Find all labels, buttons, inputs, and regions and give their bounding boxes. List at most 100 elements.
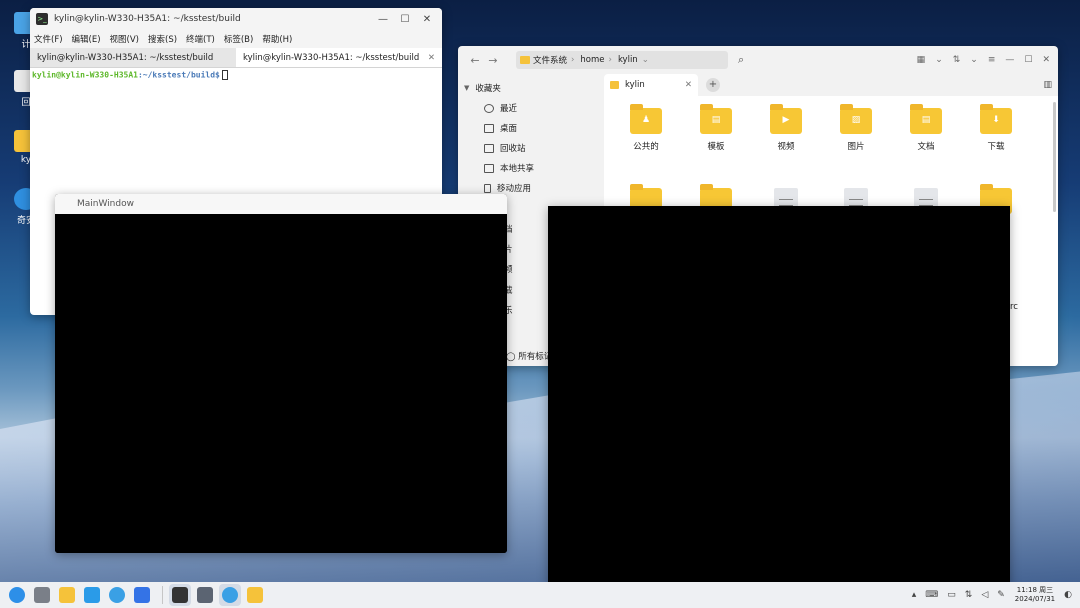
search-icon[interactable]: ⌕ [738,53,744,67]
file-item-templates[interactable]: ▤ 模板 [686,104,746,152]
file-item-pictures[interactable]: ▨ 图片 [826,104,886,152]
preview-panel-icon[interactable]: ▥ [1043,80,1052,90]
app-window-icon [197,587,213,603]
menu-view[interactable]: 视图(V) [110,33,139,45]
view-mode-icon[interactable]: ▦ [917,55,926,65]
tab-kylin[interactable]: kylin ✕ [604,74,698,96]
main-window[interactable]: MainWindow [55,194,507,553]
menu-help[interactable]: 帮助(H) [262,33,292,45]
forward-icon[interactable]: → [484,54,502,67]
main-window-titlebar[interactable]: MainWindow [55,194,507,214]
breadcrumb-kylin[interactable]: kylin ⌄ [618,55,649,65]
file-item-label: 图片 [847,142,865,152]
close-button[interactable]: ✕ [418,10,436,28]
blank-window[interactable] [548,206,1010,588]
sidebar-item-label: 移动应用 [497,184,532,194]
taskbar-browser[interactable] [106,584,128,606]
terminal-tab-active[interactable]: kylin@kylin-W330-H35A1: ~/ksstest/build … [236,48,442,67]
sidebar-item-tags[interactable]: ◯ 所有标记 [506,350,552,362]
file-item-downloads[interactable]: ⬇ 下载 [966,104,1026,152]
file-item-label: 文档 [917,142,935,152]
scrollbar[interactable] [1053,102,1056,212]
menu-icon[interactable]: ≡ [988,55,996,65]
taskbar-app[interactable] [194,584,216,606]
sidebar-item-desktop[interactable]: 桌面 [458,118,604,138]
taskbar-file-manager[interactable] [56,584,78,606]
file-item-public[interactable]: ♟ 公共的 [616,104,676,152]
menu-terminal[interactable]: 终端(T) [186,33,215,45]
sidebar-item-label: 桌面 [500,124,518,134]
browser-icon [222,587,238,603]
start-menu-button[interactable] [6,584,28,606]
input-method-icon[interactable]: ✎ [997,590,1005,600]
menu-tabs[interactable]: 标签(B) [224,33,253,45]
breadcrumb-home[interactable]: home › [580,55,612,65]
add-tab-button[interactable]: + [706,78,720,92]
terminal-content[interactable]: kylin@kylin-W330-H35A1:~/ksstest/build$ [30,68,442,82]
main-window-content[interactable] [55,214,507,553]
chevron-up-icon[interactable]: ▴ [912,590,917,600]
menu-search[interactable]: 搜索(S) [148,33,177,45]
show-desktop-icon[interactable]: ◐ [1064,590,1072,600]
terminal-icon [172,587,188,603]
menu-edit[interactable]: 编辑(E) [72,33,101,45]
close-tab-icon[interactable]: ✕ [685,80,692,90]
keyboard-icon[interactable]: ⌨ [925,590,938,600]
minimize-button[interactable]: — [1005,55,1014,65]
taskbar-wps[interactable] [131,584,153,606]
taskbar-terminal[interactable] [169,584,191,606]
prompt-path: :~/ksstest/build$ [137,70,220,80]
system-tray: ▴ ⌨ ▭ ⇅ ◁ ✎ 11:18 周三 2024/07/31 ◐ [903,582,1072,608]
sidebar-item-share[interactable]: 本地共享 [458,158,604,178]
sidebar-item-recent[interactable]: 最近 [458,98,604,118]
window-controls: ▦ ⌄ ⇅ ⌄ ≡ — ☐ ✕ [907,55,1050,65]
clock[interactable]: 11:18 周三 2024/07/31 [1015,586,1055,604]
chevron-down-icon: ⌄ [641,55,649,65]
breadcrumb-label: home [580,55,605,65]
folder-icon: ▨ [840,104,872,134]
terminal-titlebar[interactable]: >_ kylin@kylin-W330-H35A1: ~/ksstest/bui… [30,8,442,30]
file-item-label-partial: rc [1010,302,1018,312]
sidebar-item-label: 本地共享 [500,164,535,174]
folder-icon: ⬇ [980,104,1012,134]
volume-icon[interactable]: ◁ [981,590,988,600]
maximize-button[interactable]: ☐ [1024,55,1032,65]
trash-icon [484,143,494,153]
tag-icon: ◯ [506,352,519,362]
minimize-button[interactable]: — [374,10,392,28]
taskbar-software-store[interactable] [81,584,103,606]
back-icon[interactable]: ← [466,54,484,67]
folder-icon [59,587,75,603]
taskbar-multitask-button[interactable] [31,584,53,606]
taskbar-file-manager-active[interactable] [244,584,266,606]
breadcrumb[interactable]: 文件系统 › home › kylin ⌄ [516,51,728,69]
maximize-button[interactable]: ☐ [396,10,414,28]
menu-file[interactable]: 文件(F) [34,33,63,45]
file-item-documents[interactable]: ▤ 文档 [896,104,956,152]
prompt-user: kylin@kylin-W330-H35A1 [32,70,138,80]
close-button[interactable]: ✕ [1042,55,1050,65]
taskbar: ▴ ⌨ ▭ ⇅ ◁ ✎ 11:18 周三 2024/07/31 ◐ [0,582,1080,608]
terminal-menubar: 文件(F) 编辑(E) 视图(V) 搜索(S) 终端(T) 标签(B) 帮助(H… [30,30,442,48]
chevron-down-icon[interactable]: ⌄ [970,55,978,65]
store-icon [84,587,100,603]
folder-icon: ▶ [770,104,802,134]
breadcrumb-filesystem[interactable]: 文件系统 › [520,54,574,66]
window-title: kylin@kylin-W330-H35A1: ~/ksstest/build [54,14,241,24]
close-tab-icon[interactable]: ✕ [428,53,435,63]
sidebar-group-favorites[interactable]: ▼ 收藏夹 [458,78,604,98]
sort-icon[interactable]: ⇅ [953,55,961,65]
network-icon[interactable]: ⇅ [965,590,973,600]
folder-icon: ♟ [630,104,662,134]
file-item-label: 下载 [987,142,1005,152]
notification-icon[interactable]: ▭ [947,590,956,600]
taskbar-browser-active[interactable] [219,584,241,606]
file-item-videos[interactable]: ▶ 视频 [756,104,816,152]
sidebar-item-trash[interactable]: 回收站 [458,138,604,158]
terminal-tab[interactable]: kylin@kylin-W330-H35A1: ~/ksstest/build [30,48,236,67]
chevron-down-icon[interactable]: ⌄ [935,55,943,65]
chevron-down-icon: ▼ [464,84,470,92]
file-item-label: 视频 [777,142,795,152]
sidebar-group-label: 收藏夹 [475,84,501,94]
file-manager-toolbar: ← → 文件系统 › home › kylin ⌄ ⌕ ▦ ⌄ ⇅ ⌄ ≡ — ☐ ✕ [458,46,1058,74]
